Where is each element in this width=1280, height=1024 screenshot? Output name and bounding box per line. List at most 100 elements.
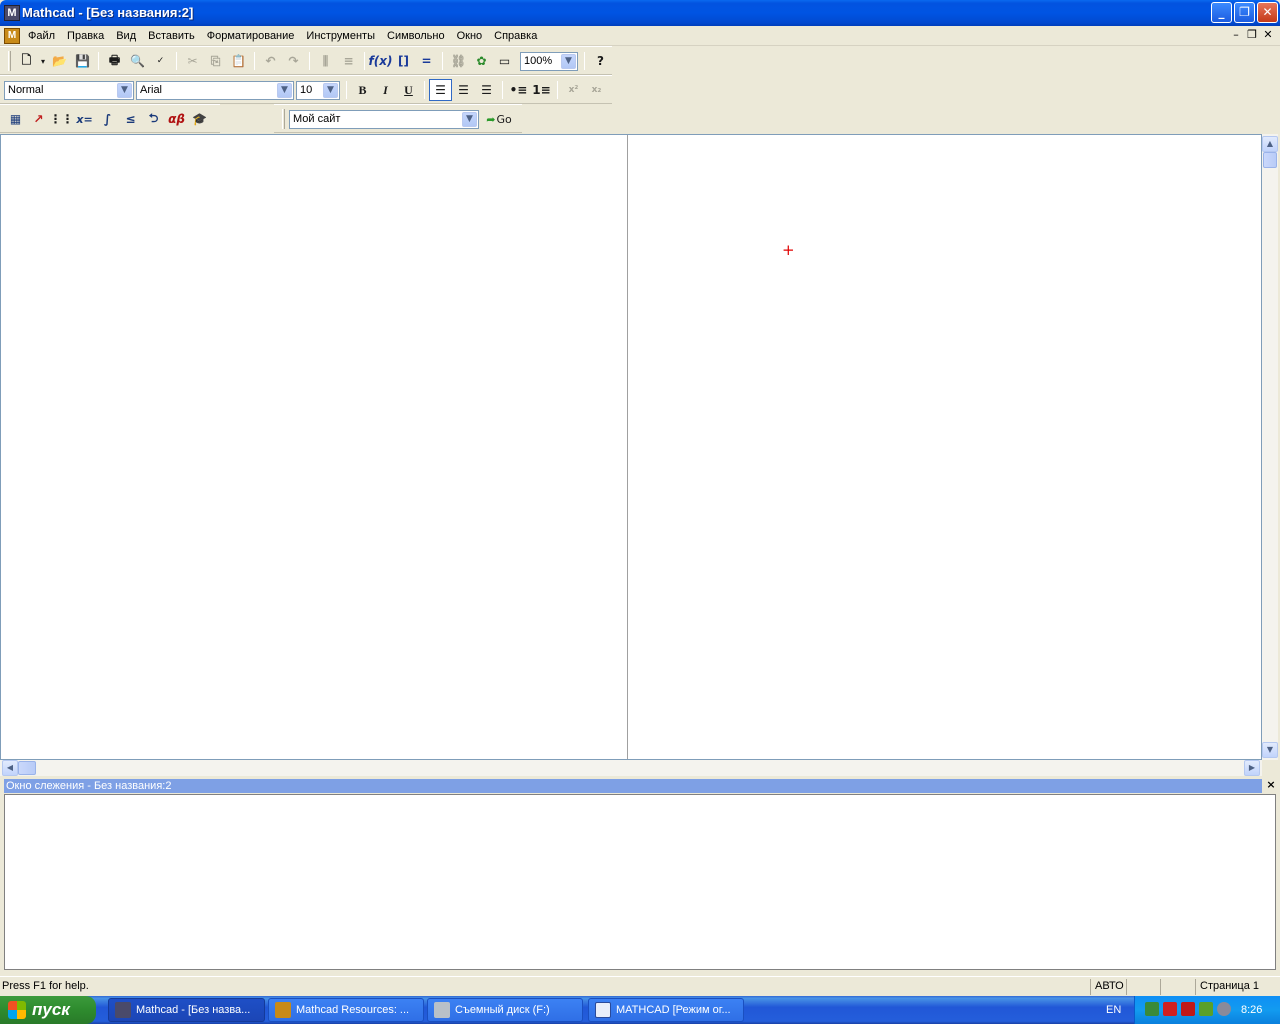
horizontal-scroll-thumb[interactable] [18, 761, 36, 775]
print-icon[interactable]: 🖶 [103, 50, 126, 72]
task-mathcad[interactable]: Mathcad - [Без назва... [108, 998, 265, 1022]
scroll-right-icon[interactable]: ▶ [1244, 760, 1260, 776]
calculate-icon[interactable]: = [415, 50, 438, 72]
save-icon[interactable]: 💾 [71, 50, 94, 72]
chevron-down-icon[interactable]: ▼ [462, 111, 477, 127]
document-window-controls: – ❐ ✕ [1228, 28, 1276, 43]
mathcad-app-icon[interactable]: M [4, 5, 20, 21]
insert-hyperlink-icon[interactable]: ⛓ [447, 50, 470, 72]
document-menu-icon[interactable]: M [4, 28, 20, 44]
scroll-down-icon[interactable]: ▼ [1262, 742, 1278, 758]
start-button[interactable]: пуск [0, 996, 96, 1024]
calculator-icon[interactable]: ▦ [4, 108, 27, 130]
numbered-list-icon[interactable]: 1≡ [530, 79, 553, 101]
evaluation-button[interactable]: x= [73, 108, 96, 130]
menu-item-4[interactable]: Форматирование [201, 26, 301, 46]
drive-icon [434, 1002, 450, 1018]
cut-icon[interactable]: ✂ [181, 50, 204, 72]
spell-check-icon[interactable]: ✓ [149, 50, 172, 72]
toolbar-separator [502, 81, 503, 99]
align-across-icon[interactable]: ⫼ [314, 50, 337, 72]
title-bar[interactable]: M Mathcad - [Без названия:2] _ ❐ ✕ [0, 0, 1280, 26]
task-removable-disk[interactable]: Съемный диск (F:) [427, 998, 583, 1022]
chevron-down-icon[interactable]: ▼ [561, 53, 576, 69]
go-button[interactable]: ➦ Go [481, 108, 517, 130]
minimize-button[interactable]: _ [1211, 2, 1232, 23]
boolean-icon[interactable]: ≤ [119, 108, 142, 130]
scroll-left-icon[interactable]: ◀ [2, 760, 18, 776]
bullet-list-icon[interactable]: •≡ [507, 79, 530, 101]
chevron-down-icon[interactable]: ▼ [277, 82, 292, 98]
undo-icon[interactable]: ↶ [259, 50, 282, 72]
programming-icon[interactable]: ⮌ [142, 108, 165, 130]
zoom-select[interactable]: 100% ▼ [520, 51, 578, 71]
print-preview-icon[interactable]: 🔍 [126, 50, 149, 72]
scroll-up-icon[interactable]: ▲ [1262, 136, 1278, 152]
italic-button[interactable]: I [374, 79, 397, 101]
superscript-button[interactable]: x² [562, 79, 585, 101]
task-word-document[interactable]: MATHCAD [Режим ог... [588, 998, 744, 1022]
symbolic-icon[interactable]: 🎓 [188, 108, 211, 130]
vertical-scroll-thumb[interactable] [1263, 152, 1277, 168]
menu-item-7[interactable]: Окно [451, 26, 489, 46]
vertical-scrollbar[interactable]: ▲ ▼ [1262, 134, 1278, 760]
zoom-value: 100% [524, 55, 553, 67]
language-indicator[interactable]: EN [1106, 1004, 1121, 1016]
toolbar-grip[interactable] [282, 109, 285, 129]
font-select[interactable]: Arial ▼ [136, 80, 294, 100]
graph-icon[interactable]: ↗ [27, 108, 50, 130]
trace-window-pane[interactable] [4, 794, 1276, 970]
underline-button[interactable]: U [397, 79, 420, 101]
horizontal-scrollbar[interactable]: ◀ ▶ [0, 760, 1262, 776]
volume-icon[interactable] [1217, 1002, 1231, 1016]
subscript-button[interactable]: x₂ [585, 79, 608, 101]
kaspersky-icon[interactable] [1181, 1002, 1195, 1016]
matrix-icon[interactable]: ⋮⋮ [50, 108, 74, 130]
font-size-select[interactable]: 10 ▼ [296, 80, 340, 100]
style-select[interactable]: Normal ▼ [4, 80, 134, 100]
help-icon[interactable]: ? [589, 50, 612, 72]
menu-item-8[interactable]: Справка [488, 26, 543, 46]
open-folder-icon[interactable]: 📂 [48, 50, 71, 72]
insert-unit-icon[interactable]: [] [392, 50, 415, 72]
resource-site-select[interactable]: Мой сайт ▼ [289, 109, 479, 129]
align-center-icon[interactable]: ☰ [452, 79, 475, 101]
close-button[interactable]: ✕ [1257, 2, 1278, 23]
clock[interactable]: 8:26 [1241, 1004, 1262, 1016]
network-icon[interactable] [1145, 1002, 1159, 1016]
insert-region-icon[interactable]: ▭ [493, 50, 516, 72]
chevron-down-icon[interactable]: ▼ [117, 82, 132, 98]
new-dropdown-icon[interactable]: ▾ [38, 50, 48, 72]
restore-button[interactable]: ❐ [1234, 2, 1255, 23]
nvidia-icon[interactable] [1199, 1002, 1213, 1016]
task-mathcad-resources[interactable]: Mathcad Resources: ... [268, 998, 424, 1022]
align-left-icon[interactable]: ☰ [429, 79, 452, 101]
paste-icon[interactable]: 📋 [227, 50, 250, 72]
trace-window-title[interactable]: Окно слежения - Без названия:2 [4, 779, 1262, 793]
copy-icon[interactable]: ⎘ [204, 50, 227, 72]
menu-item-6[interactable]: Символьно [381, 26, 451, 46]
menu-item-0[interactable]: Файл [22, 26, 61, 46]
menu-item-2[interactable]: Вид [110, 26, 142, 46]
antivirus-icon[interactable] [1163, 1002, 1177, 1016]
new-document-icon[interactable]: 🗋 [15, 50, 38, 72]
doc-close-icon[interactable]: ✕ [1260, 28, 1276, 43]
chevron-down-icon[interactable]: ▼ [323, 82, 338, 98]
menu-item-1[interactable]: Правка [61, 26, 110, 46]
align-right-icon[interactable]: ☰ [475, 79, 498, 101]
align-down-icon[interactable]: ≡ [337, 50, 360, 72]
greek-button[interactable]: αβ [165, 108, 188, 130]
redo-icon[interactable]: ↷ [282, 50, 305, 72]
bold-button[interactable]: B [351, 79, 374, 101]
menu-item-5[interactable]: Инструменты [300, 26, 381, 46]
toolbar-grip[interactable] [8, 51, 11, 71]
insert-function-icon[interactable]: f(x) [369, 50, 393, 72]
doc-restore-icon[interactable]: ❐ [1244, 28, 1260, 43]
calculus-icon[interactable]: ∫ [96, 108, 119, 130]
worksheet-canvas[interactable]: + [0, 134, 1262, 760]
component-wizard-icon[interactable]: ✿ [470, 50, 493, 72]
menu-item-3[interactable]: Вставить [142, 26, 201, 46]
status-divider [1160, 979, 1161, 995]
doc-minimize-icon[interactable]: – [1228, 28, 1244, 43]
trace-close-icon[interactable]: × [1264, 778, 1278, 792]
